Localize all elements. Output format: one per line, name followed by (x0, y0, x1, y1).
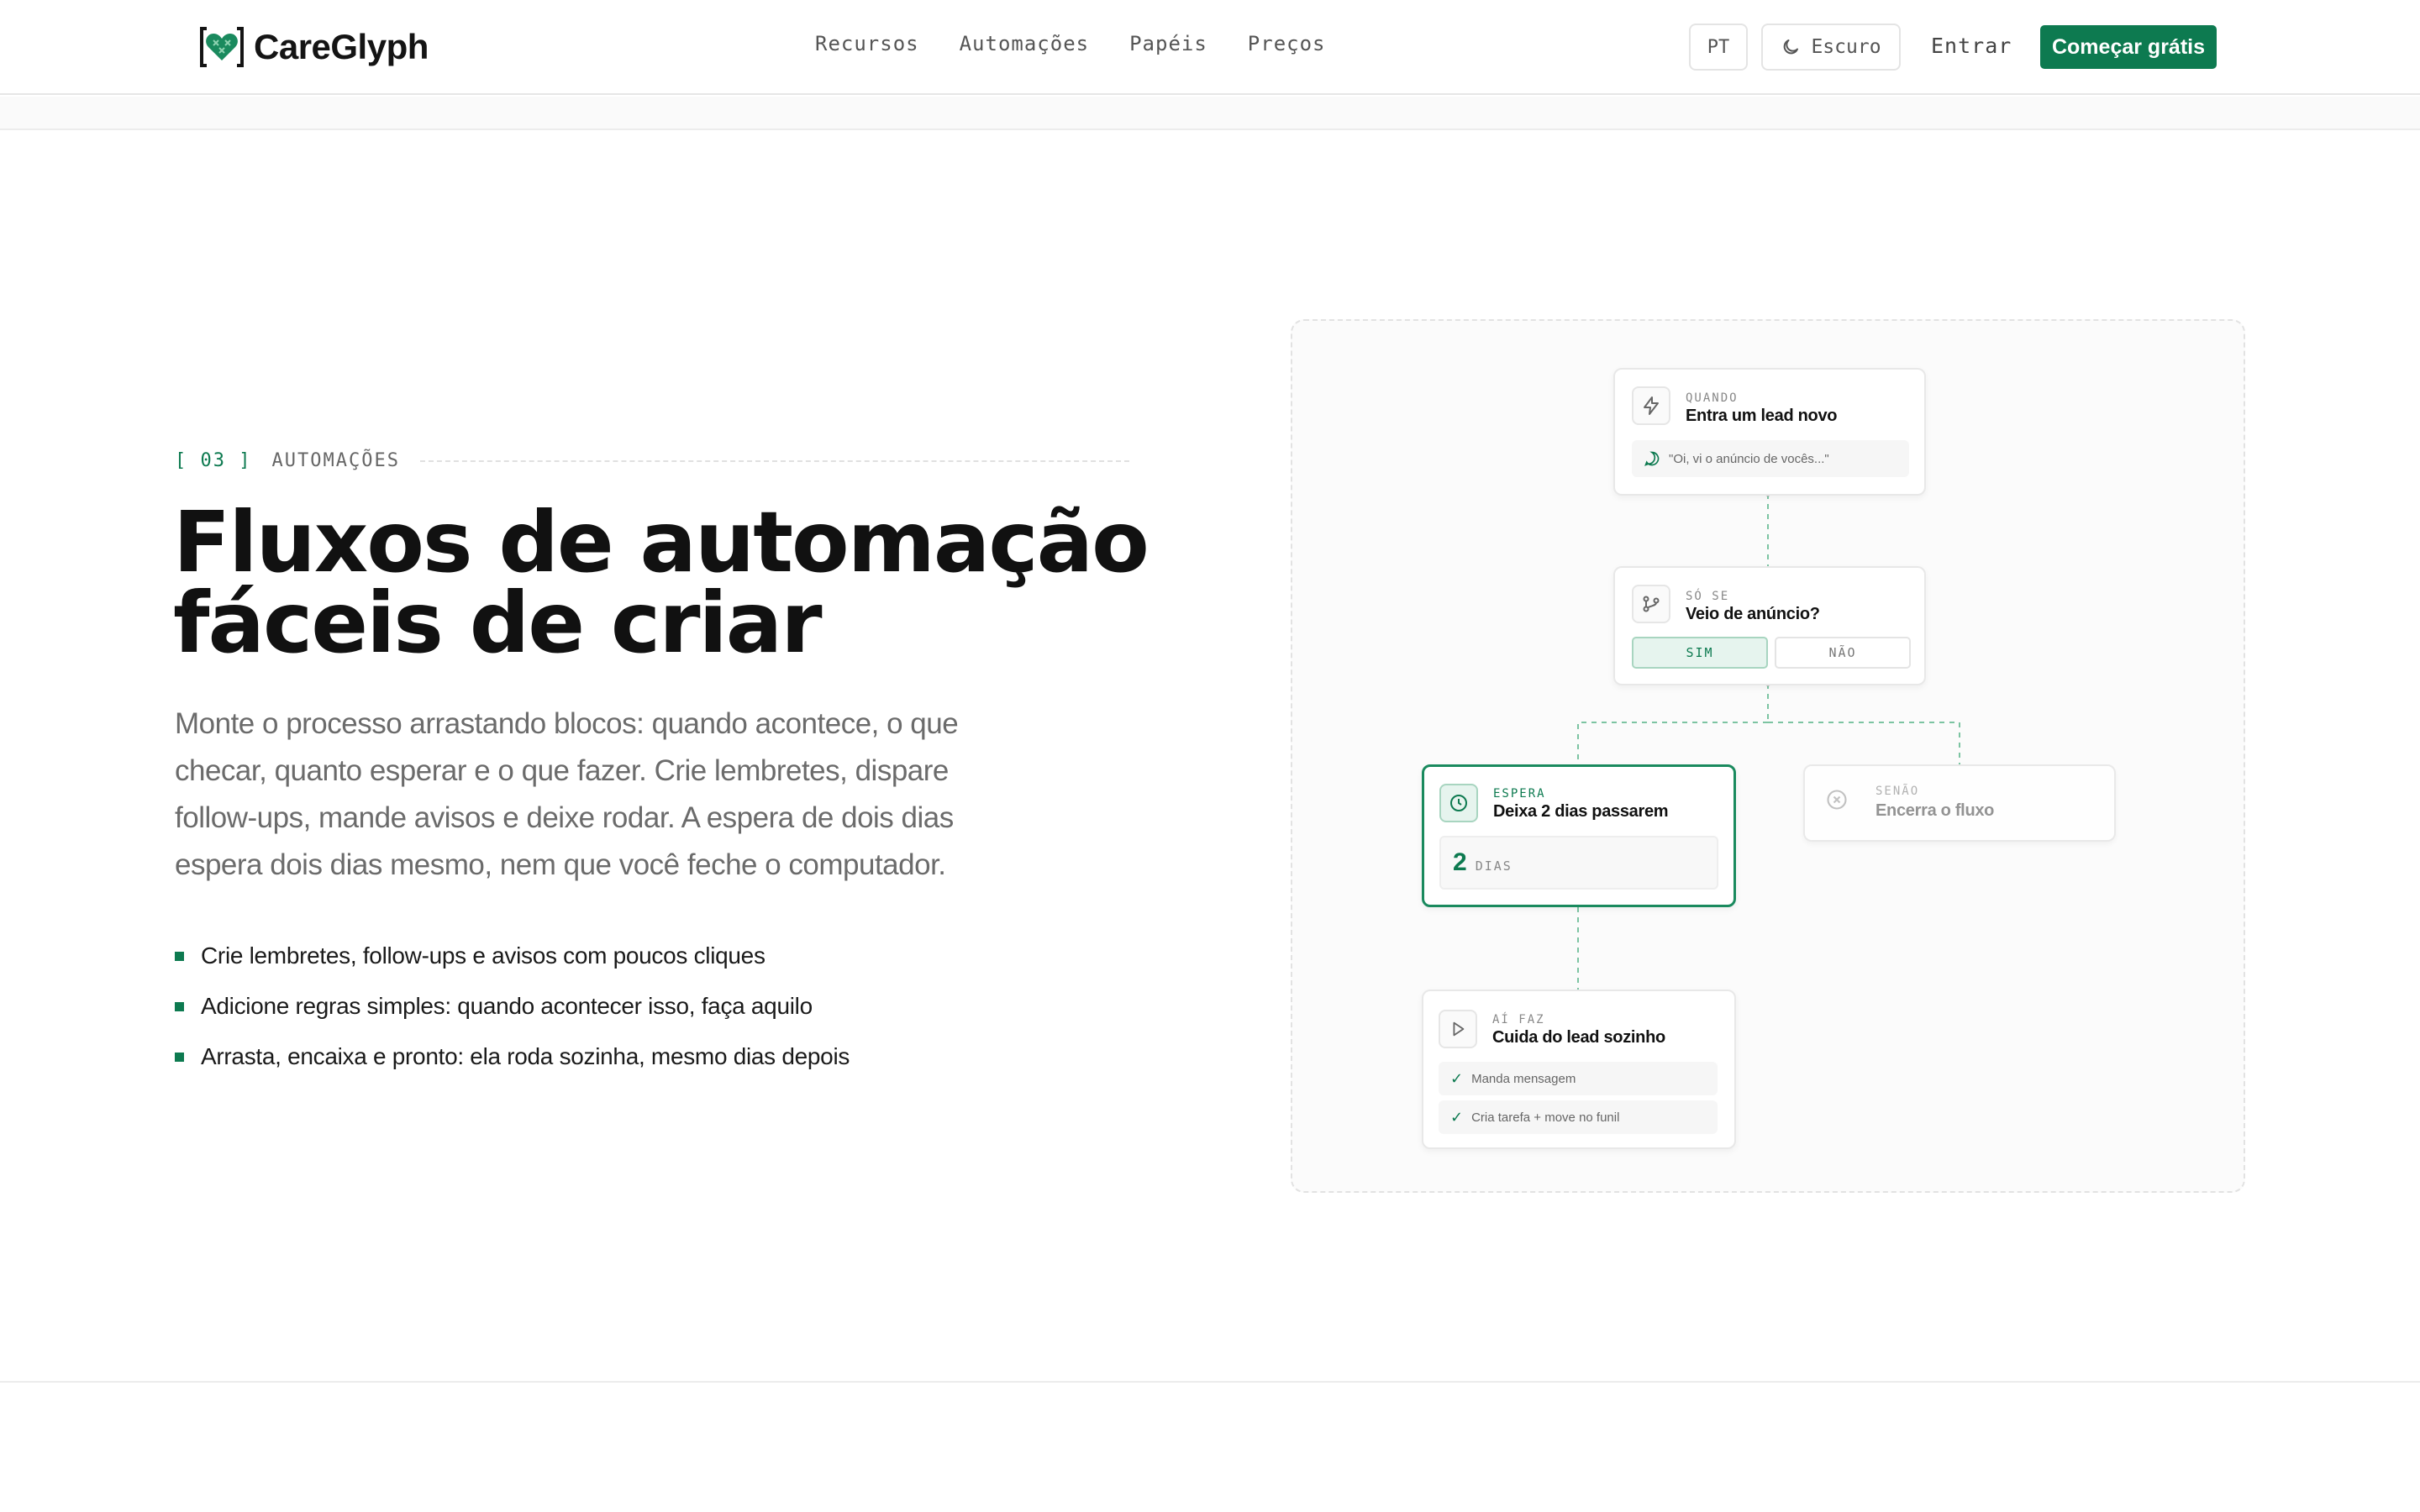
trigger-message: "Oi, vi o anúncio de vocês..." (1632, 440, 1909, 477)
wait-duration-field[interactable]: 2 DIAS (1439, 836, 1718, 890)
title-line-2: fáceis de criar (173, 574, 823, 672)
start-free-button[interactable]: Começar grátis (2040, 25, 2217, 69)
section-eyebrow: [ 03 ] AUTOMAÇÕES (175, 450, 1129, 471)
lightning-icon (1632, 386, 1670, 425)
moon-icon (1784, 39, 1799, 55)
card-title: Deixa 2 dias passarem (1493, 802, 1669, 821)
bullet-text: Crie lembretes, follow-ups e avisos com … (201, 942, 765, 969)
play-icon (1439, 1010, 1477, 1048)
card-tag: QUANDO (1686, 391, 1739, 405)
no-option[interactable]: NÃO (1775, 637, 1911, 669)
action-card[interactable]: AÍ FAZ Cuida do lead sozinho ✓ Manda men… (1422, 990, 1736, 1149)
wait-unit: DIAS (1475, 858, 1512, 874)
logo-heart-icon (198, 25, 245, 69)
section-label: AUTOMAÇÕES (271, 450, 400, 471)
branch-icon (1632, 585, 1670, 623)
section-lead: Monte o processo arrastando blocos: quan… (175, 707, 959, 881)
check-icon: ✓ (1450, 1108, 1464, 1126)
card-title: Cuida do lead sozinho (1492, 1028, 1665, 1047)
card-tag: SENÃO (1876, 785, 1920, 798)
check-icon: ✓ (1450, 1069, 1464, 1087)
card-tag: ESPERA (1493, 787, 1546, 801)
x-circle-icon (1825, 788, 1849, 816)
card-title: Encerra o fluxo (1876, 801, 1995, 820)
logo[interactable]: CareGlyph (198, 24, 429, 71)
section-number: [ 03 ] (175, 450, 252, 471)
feature-list: Crie lembretes, follow-ups e avisos com … (175, 931, 850, 1082)
clock-icon (1439, 784, 1478, 822)
nav-item-precos[interactable]: Preços (1248, 32, 1326, 55)
list-item: Arrasta, encaixa e pronto: ela roda sozi… (175, 1032, 850, 1082)
trigger-message-text: "Oi, vi o anúncio de vocês..." (1669, 451, 1829, 466)
bullet-icon (175, 1052, 184, 1062)
section-title: Fluxos de automação fáceis de criar (173, 501, 1181, 665)
card-title: Entra um lead novo (1686, 407, 1838, 425)
eyebrow-divider (419, 459, 1129, 462)
bullet-text: Arrasta, encaixa e pronto: ela roda sozi… (201, 1043, 850, 1069)
bullet-icon (175, 1001, 184, 1011)
automation-flow-panel: QUANDO Entra um lead novo "Oi, vi o anún… (1291, 319, 2245, 1193)
card-tag: SÓ SE (1686, 590, 1730, 603)
condition-card[interactable]: SÓ SE Veio de anúncio? SIM NÃO (1613, 566, 1926, 685)
nav-item-papeis[interactable]: Papéis (1129, 32, 1207, 55)
wait-card[interactable]: ESPERA Deixa 2 dias passarem 2 DIAS (1422, 764, 1736, 907)
list-item: Adicione regras simples: quando acontece… (175, 981, 850, 1032)
action-step: ✓ Manda mensagem (1439, 1062, 1718, 1095)
action-step-text: Cria tarefa + move no funil (1471, 1110, 1620, 1125)
subheader-strip (0, 97, 2420, 130)
action-step-text: Manda mensagem (1471, 1071, 1576, 1086)
bullet-text: Adicione regras simples: quando acontece… (201, 993, 813, 1019)
else-card[interactable]: SENÃO Encerra o fluxo (1803, 764, 2116, 842)
language-button[interactable]: PT (1689, 24, 1748, 71)
login-link[interactable]: Entrar (1931, 34, 2012, 58)
section-divider (0, 1381, 2420, 1383)
list-item: Crie lembretes, follow-ups e avisos com … (175, 931, 850, 981)
main-nav: Recursos Automações Papéis Preços (815, 32, 1326, 55)
action-step: ✓ Cria tarefa + move no funil (1439, 1100, 1718, 1134)
wait-value: 2 (1453, 848, 1467, 876)
nav-item-automacoes[interactable]: Automações (960, 32, 1090, 55)
card-tag: AÍ FAZ (1492, 1013, 1545, 1026)
card-title: Veio de anúncio? (1686, 605, 1820, 623)
logo-text: CareGlyph (254, 27, 429, 66)
nav-item-recursos[interactable]: Recursos (815, 32, 919, 55)
chat-bubble-icon (1644, 451, 1660, 466)
theme-label: Escuro (1811, 36, 1881, 58)
yes-option[interactable]: SIM (1632, 637, 1768, 669)
theme-toggle-button[interactable]: Escuro (1761, 24, 1901, 71)
bullet-icon (175, 951, 184, 961)
trigger-card[interactable]: QUANDO Entra um lead novo "Oi, vi o anún… (1613, 368, 1926, 496)
